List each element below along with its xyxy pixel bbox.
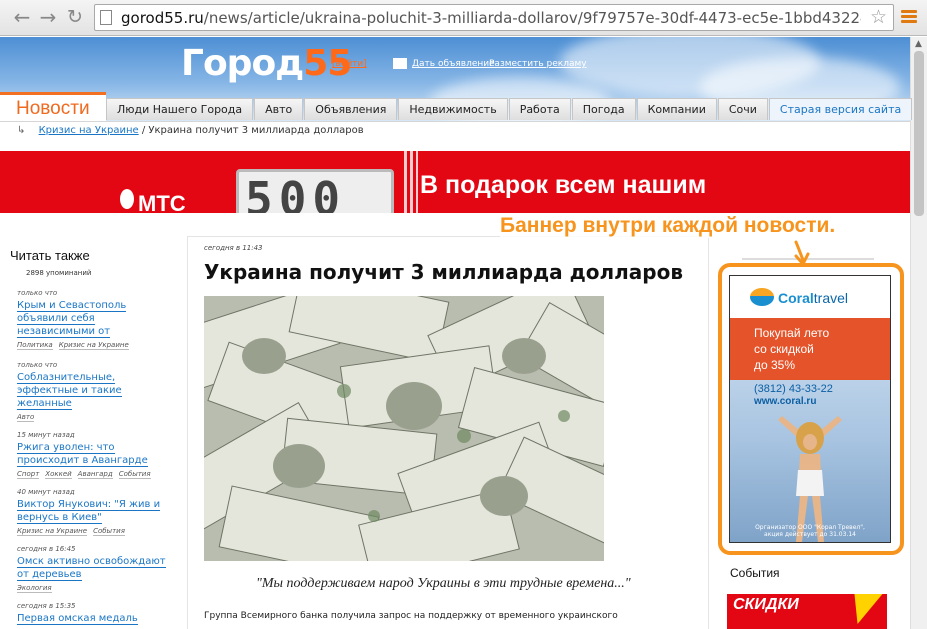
- tag-link[interactable]: Политика: [17, 341, 53, 350]
- url-text[interactable]: gorod55.ru/news/article/ukraina-poluchit…: [121, 9, 861, 27]
- place-ad-link[interactable]: Разместить рекламу: [489, 59, 587, 69]
- megaphone-icon: [393, 58, 407, 69]
- browser-toolbar: ← → ↻ gorod55.ru/news/article/ukraina-po…: [0, 0, 927, 36]
- article-title: Украина получит 3 миллиарда долларов: [204, 260, 684, 284]
- scroll-up-icon[interactable]: ▲: [915, 39, 922, 49]
- breadcrumb-parent[interactable]: Кризис на Украине: [39, 125, 139, 136]
- tab-old-version[interactable]: Старая версия сайта: [768, 98, 913, 120]
- tab-news[interactable]: Новости: [0, 92, 106, 122]
- list-item: сегодня в 15:35 Первая омская медаль: [17, 602, 167, 625]
- scrollbar[interactable]: ▲: [910, 37, 927, 629]
- tab-people[interactable]: Люди Нашего Города: [106, 98, 254, 120]
- read-also-column: Читать также 2898 упоминаний только что …: [10, 248, 166, 625]
- list-item: только что Соблазнительные, эффектные и …: [17, 361, 167, 422]
- events-heading: События: [730, 566, 780, 580]
- annotation-text: Баннер внутри каждой новости.: [500, 214, 836, 238]
- list-item: сегодня в 16:45 Омск активно освобождают…: [17, 545, 167, 593]
- tag-link[interactable]: Спорт: [17, 470, 40, 479]
- banner-highlight-frame: [718, 263, 904, 555]
- tab-jobs[interactable]: Работа: [508, 98, 571, 120]
- address-bar[interactable]: gorod55.ru/news/article/ukraina-poluchit…: [94, 4, 894, 31]
- breadcrumb-current: Украина получит 3 миллиарда долларов: [148, 125, 364, 136]
- scroll-thumb[interactable]: [914, 51, 924, 216]
- tab-ads[interactable]: Объявления: [304, 98, 398, 120]
- sale-text: СКИДКИ: [733, 596, 799, 613]
- item-time: 40 минут назад: [17, 488, 75, 496]
- item-time: 15 минут назад: [17, 431, 75, 439]
- article-photo-dollars: [204, 296, 604, 561]
- nav-tabs: Люди Нашего Города Авто Объявления Недви…: [106, 98, 913, 120]
- tag-link[interactable]: Экология: [17, 584, 52, 593]
- tab-news-label: Новости: [16, 98, 90, 119]
- breadcrumb-separator: /: [141, 125, 146, 136]
- browser-window: { "browser": { "url_domain": "gorod55.ru…: [0, 0, 927, 629]
- article-body: Группа Всемирного банка получила запрос …: [204, 611, 618, 621]
- article-date: сегодня в 11:43: [204, 244, 263, 252]
- tag-link[interactable]: Авангард: [77, 470, 113, 479]
- item-title-link[interactable]: Соблазнительные, эффектные и такие желан…: [17, 371, 167, 410]
- site-logo[interactable]: Город55: [181, 43, 352, 84]
- tag-link[interactable]: События: [93, 527, 125, 536]
- list-item: 40 минут назад Виктор Янукович: "Я жив и…: [17, 488, 167, 536]
- item-time: только что: [17, 289, 58, 297]
- item-title-link[interactable]: Виктор Янукович: "Я жив и вернусь в Киев…: [17, 498, 167, 524]
- item-time: сегодня в 16:45: [17, 545, 76, 553]
- tag-link[interactable]: Авто: [17, 413, 35, 422]
- item-title-link[interactable]: Омск активно освобождают от деревьев: [17, 555, 167, 581]
- tag-link[interactable]: События: [118, 470, 151, 479]
- money-illustration: [204, 296, 604, 561]
- mts-stripes: [404, 151, 418, 213]
- list-item: только что Крым и Севастополь объявили с…: [17, 289, 167, 350]
- browser-menu-icon[interactable]: [901, 10, 917, 26]
- tab-weather[interactable]: Погода: [571, 98, 636, 120]
- url-path: /news/article/ukraina-poluchit-3-milliar…: [203, 9, 861, 27]
- sale-banner[interactable]: СКИДКИ: [727, 594, 887, 629]
- article-quote: "Мы поддерживаем народ Украины в эти тру…: [256, 576, 631, 591]
- annotation-arrow-icon: [794, 240, 810, 266]
- login-link[interactable]: [войти]: [332, 59, 367, 69]
- forward-arrow-icon[interactable]: →: [36, 6, 60, 30]
- tab-auto[interactable]: Авто: [254, 98, 304, 120]
- add-ad-link[interactable]: Дать объявление: [412, 59, 495, 69]
- item-title-link[interactable]: Ржига уволен: что происходит в Авангарде: [17, 441, 167, 467]
- breadcrumb: ↳ Кризис на Украине / Украина получит 3 …: [17, 125, 364, 136]
- mts-counter: 500: [236, 169, 394, 213]
- return-arrow-icon: ↳: [17, 125, 26, 136]
- mts-logo: МТС: [138, 191, 186, 213]
- item-time: сегодня в 15:35: [17, 602, 76, 610]
- page-icon: [100, 10, 112, 25]
- tab-companies[interactable]: Компании: [636, 98, 717, 120]
- logo-text: Город: [181, 43, 304, 84]
- back-arrow-icon[interactable]: ←: [10, 6, 34, 30]
- mts-egg-icon: [120, 189, 134, 209]
- mts-banner-text: В подарок всем нашим: [420, 171, 707, 199]
- tag-link[interactable]: Кризис на Украине: [17, 527, 88, 536]
- tab-sochi[interactable]: Сочи: [717, 98, 768, 120]
- mentions-count: 2898 упоминаний: [26, 269, 92, 277]
- url-domain: gorod55.ru: [121, 9, 204, 27]
- tag-link[interactable]: Хоккей: [45, 470, 72, 479]
- reload-icon[interactable]: ↻: [63, 6, 87, 30]
- item-title-link[interactable]: Крым и Севастополь объявили себя независ…: [17, 299, 167, 338]
- lightning-icon: [843, 594, 883, 624]
- mts-banner[interactable]: МТС 500 В подарок всем нашим: [0, 151, 910, 213]
- item-time: только что: [17, 361, 58, 369]
- item-title-link[interactable]: Первая омская медаль: [17, 612, 167, 625]
- bookmark-star-icon[interactable]: ☆: [870, 6, 887, 28]
- tag-link[interactable]: Кризис на Украине: [58, 341, 129, 350]
- read-also-heading: Читать также: [10, 248, 90, 263]
- list-item: 15 минут назад Ржига уволен: что происхо…: [17, 431, 167, 479]
- tab-realty[interactable]: Недвижимость: [398, 98, 508, 120]
